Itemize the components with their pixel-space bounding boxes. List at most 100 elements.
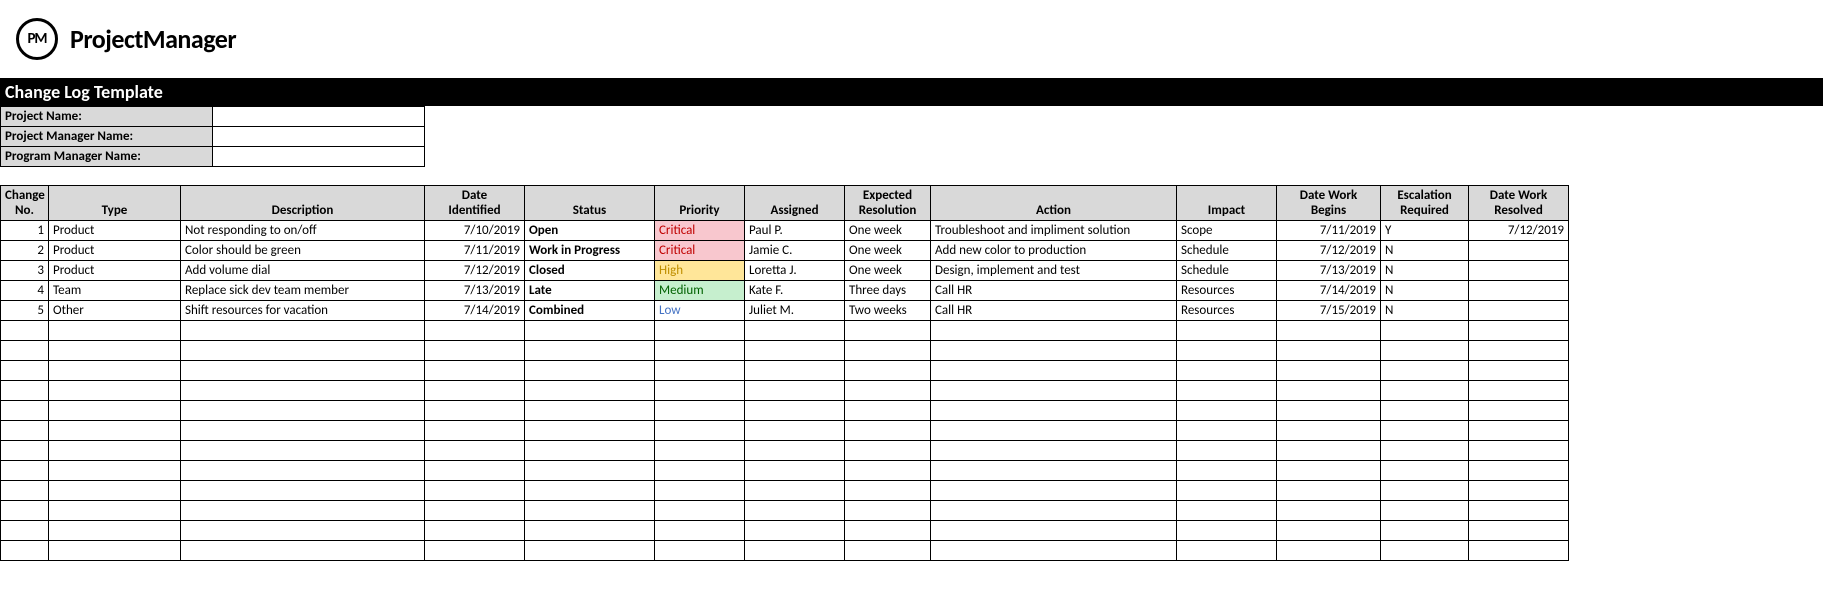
cell-empty[interactable]: [1, 321, 49, 341]
cell-empty[interactable]: [1277, 461, 1381, 481]
cell-empty[interactable]: [1381, 421, 1469, 441]
cell-empty[interactable]: [845, 481, 931, 501]
cell-empty[interactable]: [525, 341, 655, 361]
cell-description[interactable]: Shift resources for vacation: [181, 301, 425, 321]
cell-empty[interactable]: [745, 481, 845, 501]
cell-empty[interactable]: [845, 321, 931, 341]
cell-assigned[interactable]: Paul P.: [745, 221, 845, 241]
cell-empty[interactable]: [1277, 421, 1381, 441]
cell-empty[interactable]: [745, 421, 845, 441]
cell-change-no[interactable]: 5: [1, 301, 49, 321]
cell-empty[interactable]: [931, 481, 1177, 501]
cell-empty[interactable]: [1277, 381, 1381, 401]
cell-priority[interactable]: Medium: [655, 281, 745, 301]
cell-empty[interactable]: [845, 441, 931, 461]
cell-impact[interactable]: Schedule: [1177, 241, 1277, 261]
cell-change-no[interactable]: 1: [1, 221, 49, 241]
cell-empty[interactable]: [1469, 421, 1569, 441]
cell-date-identified[interactable]: 7/14/2019: [425, 301, 525, 321]
cell-empty[interactable]: [1, 401, 49, 421]
cell-empty[interactable]: [525, 481, 655, 501]
cell-empty[interactable]: [1177, 341, 1277, 361]
cell-empty[interactable]: [1381, 341, 1469, 361]
cell-impact[interactable]: Resources: [1177, 301, 1277, 321]
cell-expected-resolution[interactable]: Two weeks: [845, 301, 931, 321]
cell-empty[interactable]: [1, 541, 49, 561]
pm-name-value[interactable]: [213, 127, 425, 147]
cell-status[interactable]: Late: [525, 281, 655, 301]
cell-empty[interactable]: [1469, 381, 1569, 401]
cell-empty[interactable]: [525, 441, 655, 461]
cell-empty[interactable]: [1177, 321, 1277, 341]
cell-empty[interactable]: [1177, 381, 1277, 401]
cell-empty[interactable]: [525, 521, 655, 541]
cell-empty[interactable]: [745, 361, 845, 381]
cell-empty[interactable]: [1381, 321, 1469, 341]
cell-type[interactable]: Product: [49, 261, 181, 281]
cell-expected-resolution[interactable]: One week: [845, 221, 931, 241]
cell-empty[interactable]: [1469, 401, 1569, 421]
cell-empty[interactable]: [181, 321, 425, 341]
cell-empty[interactable]: [425, 361, 525, 381]
cell-impact[interactable]: Schedule: [1177, 261, 1277, 281]
cell-empty[interactable]: [425, 421, 525, 441]
cell-empty[interactable]: [49, 501, 181, 521]
cell-empty[interactable]: [425, 461, 525, 481]
cell-empty[interactable]: [525, 381, 655, 401]
cell-expected-resolution[interactable]: One week: [845, 241, 931, 261]
cell-assigned[interactable]: Loretta J.: [745, 261, 845, 281]
cell-empty[interactable]: [181, 501, 425, 521]
cell-empty[interactable]: [655, 361, 745, 381]
cell-empty[interactable]: [655, 461, 745, 481]
cell-escalation-required[interactable]: N: [1381, 301, 1469, 321]
cell-empty[interactable]: [49, 481, 181, 501]
cell-empty[interactable]: [845, 381, 931, 401]
cell-empty[interactable]: [49, 461, 181, 481]
cell-empty[interactable]: [1469, 321, 1569, 341]
cell-empty[interactable]: [1277, 441, 1381, 461]
cell-change-no[interactable]: 2: [1, 241, 49, 261]
cell-impact[interactable]: Scope: [1177, 221, 1277, 241]
cell-date-identified[interactable]: 7/13/2019: [425, 281, 525, 301]
cell-empty[interactable]: [655, 421, 745, 441]
cell-empty[interactable]: [1381, 461, 1469, 481]
cell-empty[interactable]: [181, 361, 425, 381]
cell-empty[interactable]: [1469, 481, 1569, 501]
cell-empty[interactable]: [181, 521, 425, 541]
cell-expected-resolution[interactable]: Three days: [845, 281, 931, 301]
cell-date-work-begins[interactable]: 7/15/2019: [1277, 301, 1381, 321]
cell-empty[interactable]: [745, 541, 845, 561]
cell-empty[interactable]: [1469, 521, 1569, 541]
cell-empty[interactable]: [655, 381, 745, 401]
project-name-value[interactable]: [213, 107, 425, 127]
cell-empty[interactable]: [525, 461, 655, 481]
cell-empty[interactable]: [931, 401, 1177, 421]
cell-empty[interactable]: [1381, 381, 1469, 401]
cell-empty[interactable]: [425, 541, 525, 561]
cell-empty[interactable]: [655, 521, 745, 541]
cell-type[interactable]: Team: [49, 281, 181, 301]
cell-empty[interactable]: [1469, 501, 1569, 521]
cell-empty[interactable]: [655, 401, 745, 421]
cell-date-work-resolved[interactable]: [1469, 261, 1569, 281]
cell-empty[interactable]: [1, 361, 49, 381]
cell-empty[interactable]: [181, 341, 425, 361]
cell-empty[interactable]: [181, 541, 425, 561]
cell-empty[interactable]: [845, 361, 931, 381]
cell-status[interactable]: Work in Progress: [525, 241, 655, 261]
cell-empty[interactable]: [49, 541, 181, 561]
cell-priority[interactable]: Critical: [655, 241, 745, 261]
prog-name-value[interactable]: [213, 147, 425, 167]
cell-empty[interactable]: [931, 501, 1177, 521]
cell-date-work-resolved[interactable]: 7/12/2019: [1469, 221, 1569, 241]
cell-empty[interactable]: [181, 381, 425, 401]
cell-empty[interactable]: [1, 421, 49, 441]
cell-empty[interactable]: [1381, 481, 1469, 501]
cell-assigned[interactable]: Kate F.: [745, 281, 845, 301]
cell-action[interactable]: Add new color to production: [931, 241, 1177, 261]
cell-empty[interactable]: [845, 501, 931, 521]
cell-empty[interactable]: [745, 381, 845, 401]
cell-description[interactable]: Replace sick dev team member: [181, 281, 425, 301]
cell-empty[interactable]: [1277, 341, 1381, 361]
cell-empty[interactable]: [1, 501, 49, 521]
